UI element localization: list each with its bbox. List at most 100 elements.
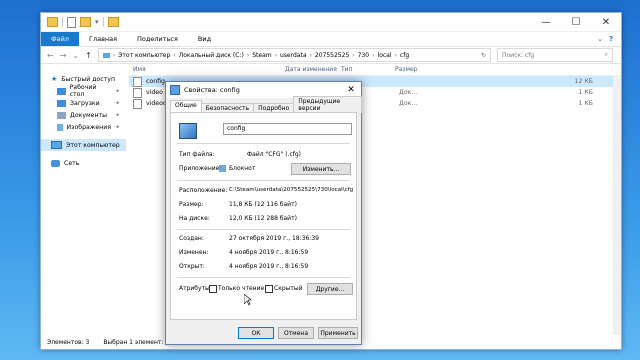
properties-dialog: Свойства: config ✕ Общие Безопасность По… (165, 81, 362, 345)
value-disk: 12,0 КБ (12 288 байт) (229, 215, 297, 222)
minimize-button[interactable]: — (531, 13, 561, 31)
hidden-label[interactable]: Скрытый (274, 285, 303, 292)
file-icon (133, 76, 142, 87)
new-folder-quick-icon[interactable] (80, 17, 91, 27)
forward-arrow-icon[interactable]: → (60, 51, 67, 60)
tab-home[interactable]: Главная (79, 32, 127, 46)
breadcrumb[interactable]: › Этот компьютер › Локальный диск (C:) ›… (97, 48, 491, 62)
file-type: Док... (399, 100, 418, 107)
download-icon (57, 99, 66, 107)
pin-icon: ✦ (114, 87, 120, 95)
column-name[interactable]: Имя (129, 66, 281, 73)
label-type: Тип файла: (179, 151, 215, 158)
recent-chevron-icon[interactable]: ⌄ (72, 51, 79, 60)
hidden-checkbox[interactable] (265, 285, 273, 293)
label-opened: Открыт: (179, 263, 205, 270)
tab-share[interactable]: Поделиться (127, 32, 188, 46)
label-app: Приложение: (179, 165, 222, 172)
label-modified: Изменен: (179, 249, 209, 256)
breadcrumb-item[interactable]: 207552525 (315, 52, 349, 59)
mouse-cursor-icon (244, 294, 252, 306)
sidebar-item-label: Документы (70, 111, 108, 119)
value-type: Файл "CFG" (.cfg) (247, 151, 302, 158)
pictures-icon (57, 123, 63, 131)
breadcrumb-item[interactable]: Steam (252, 52, 271, 59)
file-size: 12 КБ (574, 78, 593, 85)
properties-quick-icon[interactable] (67, 16, 76, 28)
change-button[interactable]: Изменить... (291, 163, 351, 175)
sidebar-item-pictures[interactable]: Изображения ✦ (41, 121, 126, 133)
pin-icon: ✦ (114, 99, 120, 107)
breadcrumb-item[interactable]: Этот компьютер (118, 52, 170, 59)
item-count: Элементов: 3 (47, 338, 90, 346)
breadcrumb-item[interactable]: Локальный диск (C:) (179, 52, 244, 59)
navigation-pane: ★ Быстрый доступ Рабочий стол ✦ Загрузки… (41, 63, 126, 335)
close-icon[interactable]: ✕ (341, 85, 361, 95)
sidebar-item-desktop[interactable]: Рабочий стол ✦ (41, 84, 126, 98)
folder-icon (107, 17, 119, 27)
chevron-down-icon[interactable]: ▾ (95, 18, 99, 26)
sidebar-item-this-pc[interactable]: Этот компьютер (41, 139, 126, 151)
sidebar-item-label: Изображения (66, 123, 111, 131)
value-size: 11,8 КБ (12 116 байт) (229, 201, 297, 208)
close-button[interactable]: ✕ (591, 13, 621, 31)
pin-icon: ✦ (114, 111, 120, 119)
column-size[interactable]: Размер (391, 66, 418, 73)
tab-view[interactable]: Вид (188, 32, 221, 46)
folder-icon (47, 17, 58, 27)
pin-icon: ✦ (114, 123, 120, 131)
column-date[interactable]: Дата изменения (281, 66, 337, 73)
value-location: C:\Steam\userdata\207552525\730\local\cf… (229, 187, 354, 193)
back-arrow-icon[interactable]: ← (47, 51, 54, 60)
file-size: 1 КБ (578, 100, 593, 107)
label-created: Создан: (179, 235, 204, 242)
notepad-icon (219, 165, 226, 172)
search-placeholder: Поиск: cfg (502, 51, 535, 59)
value-opened: 4 ноября 2019 г., 8:16:59 (229, 263, 309, 270)
sidebar-item-label: Сеть (64, 159, 80, 167)
dialog-title: Свойства: config (184, 86, 240, 94)
file-name: config (146, 78, 165, 85)
search-input[interactable]: Поиск: cfg ⌕ (497, 48, 613, 62)
tab-previous-versions[interactable]: Предыдущие версии (293, 96, 362, 113)
file-icon (133, 87, 142, 98)
refresh-icon[interactable]: ↻ (481, 52, 486, 59)
column-headers: Имя Дата изменения Тип Размер (129, 63, 621, 76)
chevron-down-icon[interactable]: ⌄ (597, 35, 603, 43)
general-page: config Тип файла: Файл "CFG" (.cfg) Прил… (170, 112, 357, 320)
breadcrumb-item[interactable]: cfg (400, 52, 409, 59)
scrollbar[interactable] (613, 75, 621, 335)
column-type[interactable]: Тип (337, 66, 391, 73)
tab-file[interactable]: Файл (41, 32, 79, 46)
file-size: 1 КБ (578, 89, 593, 96)
breadcrumb-item[interactable]: 730 (358, 52, 369, 59)
breadcrumb-item[interactable]: userdata (280, 52, 307, 59)
label-size: Размер: (179, 201, 204, 208)
sidebar-item-label: Быстрый доступ (61, 75, 115, 83)
cancel-button[interactable]: Отмена (278, 327, 314, 339)
ok-button[interactable]: ОК (238, 327, 274, 339)
breadcrumb-item[interactable]: local (378, 52, 392, 59)
sidebar-item-documents[interactable]: Документы ✦ (41, 109, 126, 121)
computer-icon (51, 141, 62, 149)
readonly-label[interactable]: Только чтение (218, 285, 264, 292)
maximize-button[interactable]: ☐ (561, 13, 591, 31)
sidebar-item-network[interactable]: Сеть (41, 157, 126, 169)
value-created: 27 октября 2019 г., 18:36:39 (229, 235, 319, 242)
sidebar-item-downloads[interactable]: Загрузки ✦ (41, 97, 126, 109)
readonly-checkbox[interactable] (209, 285, 217, 293)
address-bar-row: ← → ⌄ ↑ › Этот компьютер › Локальный дис… (41, 47, 621, 64)
file-name-field[interactable]: config (223, 123, 352, 135)
documents-icon (57, 111, 66, 119)
sidebar-item-label: Этот компьютер (66, 141, 120, 149)
label-disk: На диске: (179, 215, 210, 222)
sidebar-item-label: Загрузки (70, 99, 100, 107)
label-attributes: Атрибуты: (179, 285, 212, 292)
other-attributes-button[interactable]: Другие... (307, 283, 353, 295)
help-icon[interactable]: ? (609, 35, 613, 43)
file-type: Док... (399, 89, 418, 96)
ribbon: Файл Главная Поделиться Вид ⌄ ? (41, 32, 621, 47)
up-arrow-icon[interactable]: ↑ (85, 51, 92, 60)
title-bar: ▾ — ☐ ✕ (41, 13, 621, 32)
apply-button[interactable]: Применить (318, 327, 358, 339)
